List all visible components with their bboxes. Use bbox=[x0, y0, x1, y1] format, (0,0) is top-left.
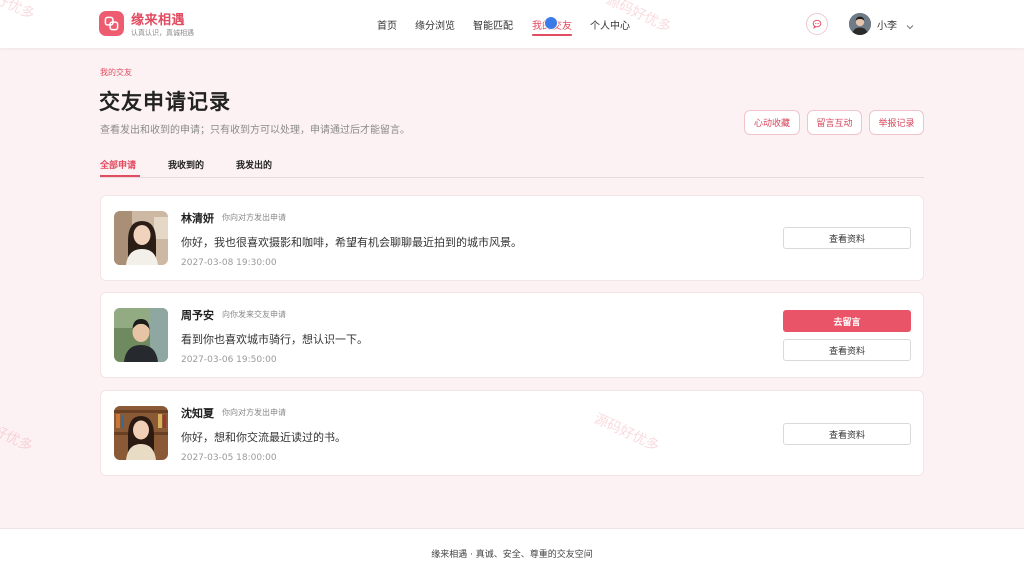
tab-received[interactable]: 我收到的 bbox=[168, 158, 204, 171]
footer-text: 缘来相遇 · 真诚、安全、尊重的交友空间 bbox=[431, 550, 593, 560]
request-card: 林清妍 你向对方发出申请 你好，我也很喜欢摄影和咖啡，希望有机会聊聊最近拍到的城… bbox=[100, 195, 924, 281]
profile-photo[interactable] bbox=[114, 211, 168, 265]
user-name[interactable]: 小李 bbox=[877, 17, 897, 32]
nav-active-indicator bbox=[532, 34, 572, 36]
nav-item-browse[interactable]: 缘分浏览 bbox=[415, 17, 455, 32]
page-title: 交友申请记录 bbox=[99, 90, 231, 114]
request-time: 2027-03-05 18:00:00 bbox=[181, 453, 277, 463]
go-message-button[interactable]: 去留言 bbox=[783, 310, 911, 332]
report-records-button[interactable]: 举报记录 bbox=[869, 110, 924, 135]
profile-photo[interactable] bbox=[114, 308, 168, 362]
view-profile-button[interactable]: 查看资料 bbox=[783, 227, 911, 249]
tab-sent[interactable]: 我发出的 bbox=[236, 158, 272, 171]
request-card: 沈知夏 你向对方发出申请 你好，想和你交流最近读过的书。 2027-03-05 … bbox=[100, 390, 924, 476]
favorites-button[interactable]: 心动收藏 bbox=[744, 110, 800, 135]
request-time: 2027-03-06 19:50:00 bbox=[181, 355, 277, 365]
request-direction: 向你发来交友申请 bbox=[222, 310, 286, 319]
breadcrumb[interactable]: 我的交友 bbox=[100, 67, 132, 78]
view-profile-button[interactable]: 查看资料 bbox=[783, 423, 911, 445]
requester-name[interactable]: 沈知夏 bbox=[181, 405, 214, 421]
request-message: 你好，我也很喜欢摄影和咖啡，希望有机会聊聊最近拍到的城市风景。 bbox=[181, 236, 522, 249]
tabs-divider bbox=[100, 177, 924, 178]
page-footer: 缘来相遇 · 真诚、安全、尊重的交友空间 bbox=[0, 528, 1024, 576]
request-direction: 你向对方发出申请 bbox=[222, 213, 286, 222]
request-time: 2027-03-08 19:30:00 bbox=[181, 258, 277, 268]
profile-photo[interactable] bbox=[114, 406, 168, 460]
tab-active-indicator bbox=[100, 175, 140, 177]
user-avatar[interactable] bbox=[849, 13, 871, 35]
chat-bubble-icon bbox=[812, 19, 822, 29]
request-message: 看到你也喜欢城市骑行，想认识一下。 bbox=[181, 333, 368, 346]
page-description: 查看发出和收到的申请；只有收到方可以处理，申请通过后才能留言。 bbox=[100, 125, 410, 136]
mouse-cursor-indicator bbox=[545, 17, 557, 29]
nav-item-match[interactable]: 智能匹配 bbox=[473, 17, 513, 32]
tab-all-requests[interactable]: 全部申请 bbox=[100, 158, 136, 171]
request-card: 周予安 向你发来交友申请 看到你也喜欢城市骑行，想认识一下。 2027-03-0… bbox=[100, 292, 924, 378]
logo-icon[interactable] bbox=[99, 11, 124, 36]
top-navbar: 缘来相遇 认真认识，真诚相遇 首页 缘分浏览 智能匹配 我的交友 个人中心 小李 bbox=[0, 0, 1024, 48]
messages-button[interactable]: 留言互动 bbox=[807, 110, 862, 135]
brand-name[interactable]: 缘来相遇 bbox=[131, 9, 185, 28]
brand-tagline: 认真认识，真诚相遇 bbox=[131, 29, 194, 37]
requester-name[interactable]: 林清妍 bbox=[181, 210, 214, 226]
message-button[interactable] bbox=[806, 13, 828, 35]
watermark: 好优多 bbox=[0, 422, 35, 456]
request-direction: 你向对方发出申请 bbox=[222, 408, 286, 417]
chevron-down-icon[interactable] bbox=[905, 17, 915, 36]
nav-item-home[interactable]: 首页 bbox=[377, 17, 397, 32]
request-message: 你好，想和你交流最近读过的书。 bbox=[181, 431, 346, 444]
requester-name[interactable]: 周予安 bbox=[181, 307, 214, 323]
view-profile-button[interactable]: 查看资料 bbox=[783, 339, 911, 361]
nav-item-profile[interactable]: 个人中心 bbox=[590, 17, 630, 32]
